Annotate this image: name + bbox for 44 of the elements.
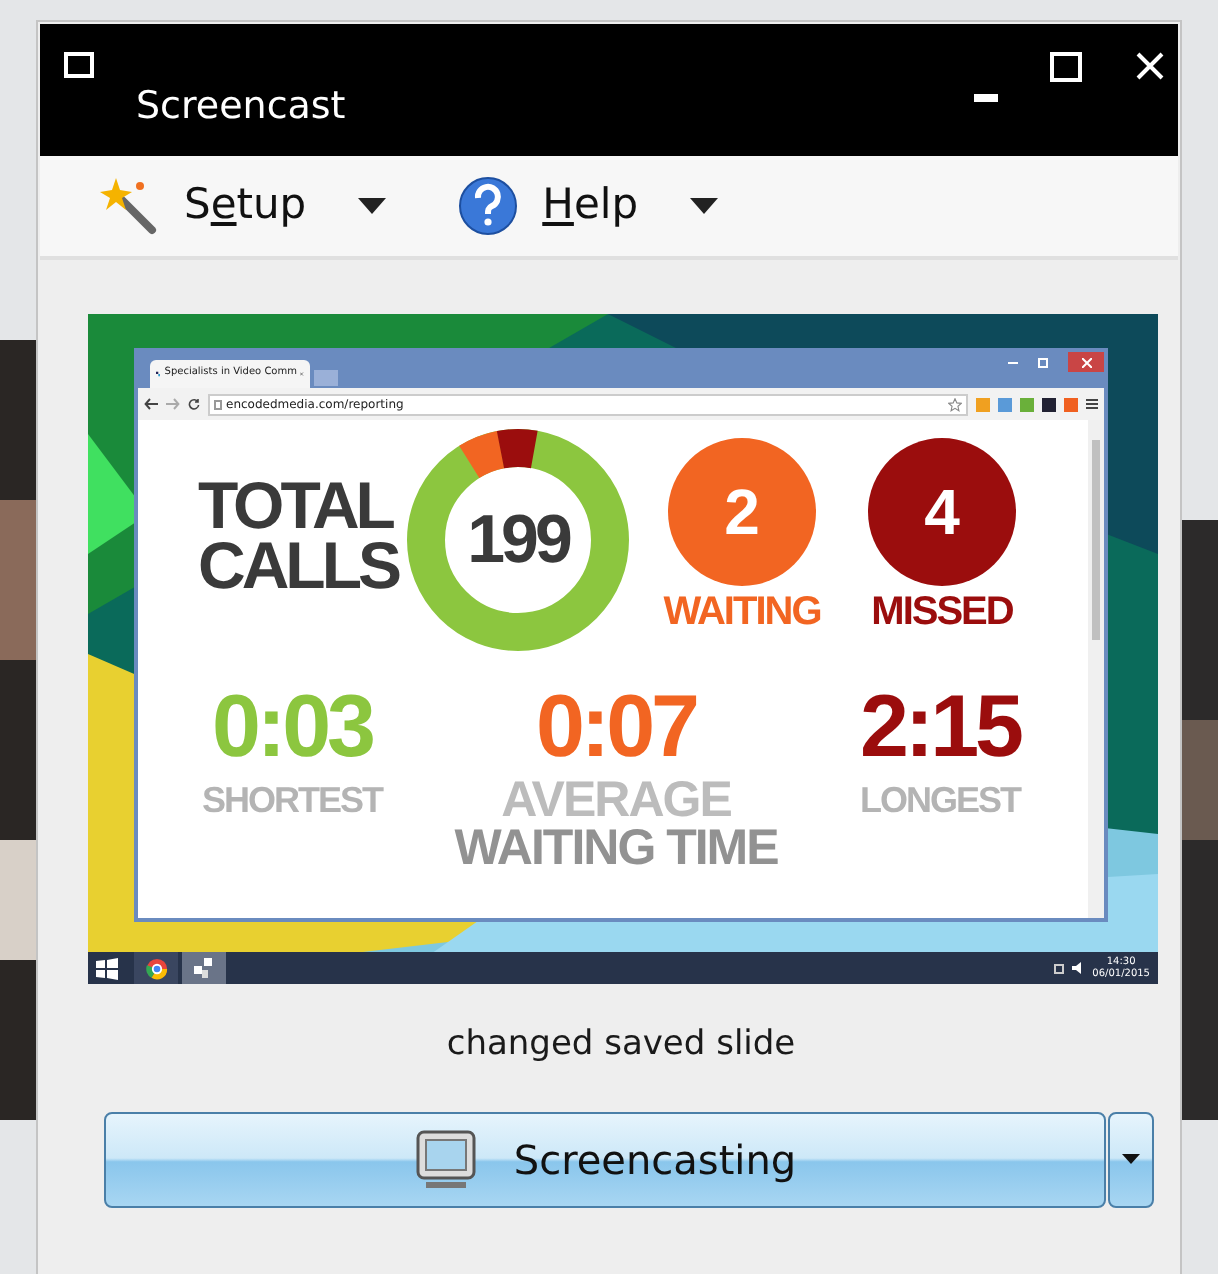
- dropdown-button[interactable]: [1108, 1111, 1154, 1207]
- toolbar-menu-button[interactable]: Help: [458, 174, 639, 238]
- total-calls-value: 199: [467, 499, 569, 581]
- caret-icon: [1122, 1154, 1140, 1164]
- counter-value: 2: [724, 474, 760, 552]
- time-label: LONGEST: [859, 778, 1020, 824]
- screencasting-button[interactable]: Screencasting: [104, 1111, 1106, 1207]
- app-icon: [194, 958, 214, 978]
- counter-value: 4: [924, 474, 960, 552]
- browser-logo-icon: [145, 957, 167, 979]
- close-button[interactable]: [1068, 352, 1104, 372]
- caret-icon: [358, 197, 387, 215]
- monitor-icon: [413, 1127, 478, 1191]
- maximize-icon[interactable]: [1050, 52, 1082, 82]
- extension-icon[interactable]: [1064, 397, 1078, 411]
- time-value: 2:15: [859, 680, 1021, 776]
- menu-icon[interactable]: [1086, 398, 1098, 410]
- time-label: SHORTEST: [201, 778, 382, 824]
- time-value: 0:03: [211, 680, 373, 776]
- help-icon: [458, 176, 519, 236]
- star-icon[interactable]: [948, 397, 962, 411]
- window-menu-icon[interactable]: [64, 52, 94, 78]
- network-icon[interactable]: [1054, 963, 1065, 973]
- window-title: Screencast: [136, 82, 346, 132]
- windows-logo-icon[interactable]: [96, 957, 118, 979]
- speaker-icon[interactable]: [1072, 962, 1085, 974]
- toolbar-menu-button[interactable]: Setup: [96, 174, 307, 238]
- wand-icon: [96, 174, 160, 238]
- status-text: changed saved slide: [446, 1022, 796, 1068]
- page-icon: [214, 399, 222, 409]
- time-label: AVERAGE: [501, 776, 731, 824]
- time-value: 0:07: [535, 680, 697, 776]
- scrollbar[interactable]: [1088, 420, 1104, 918]
- caret-icon: [690, 197, 719, 215]
- counter-label: WAITING: [663, 588, 821, 638]
- minimize-icon[interactable]: [1008, 361, 1018, 363]
- back-icon[interactable]: [144, 398, 158, 410]
- close-icon: [1081, 357, 1091, 367]
- app-taskbar-button[interactable]: [182, 952, 226, 984]
- site-icon: [156, 368, 161, 380]
- reload-icon[interactable]: [188, 398, 200, 410]
- time-label: WAITING TIME: [454, 824, 778, 872]
- browser-taskbar-button[interactable]: [134, 952, 178, 984]
- counter-label: MISSED: [871, 588, 1013, 638]
